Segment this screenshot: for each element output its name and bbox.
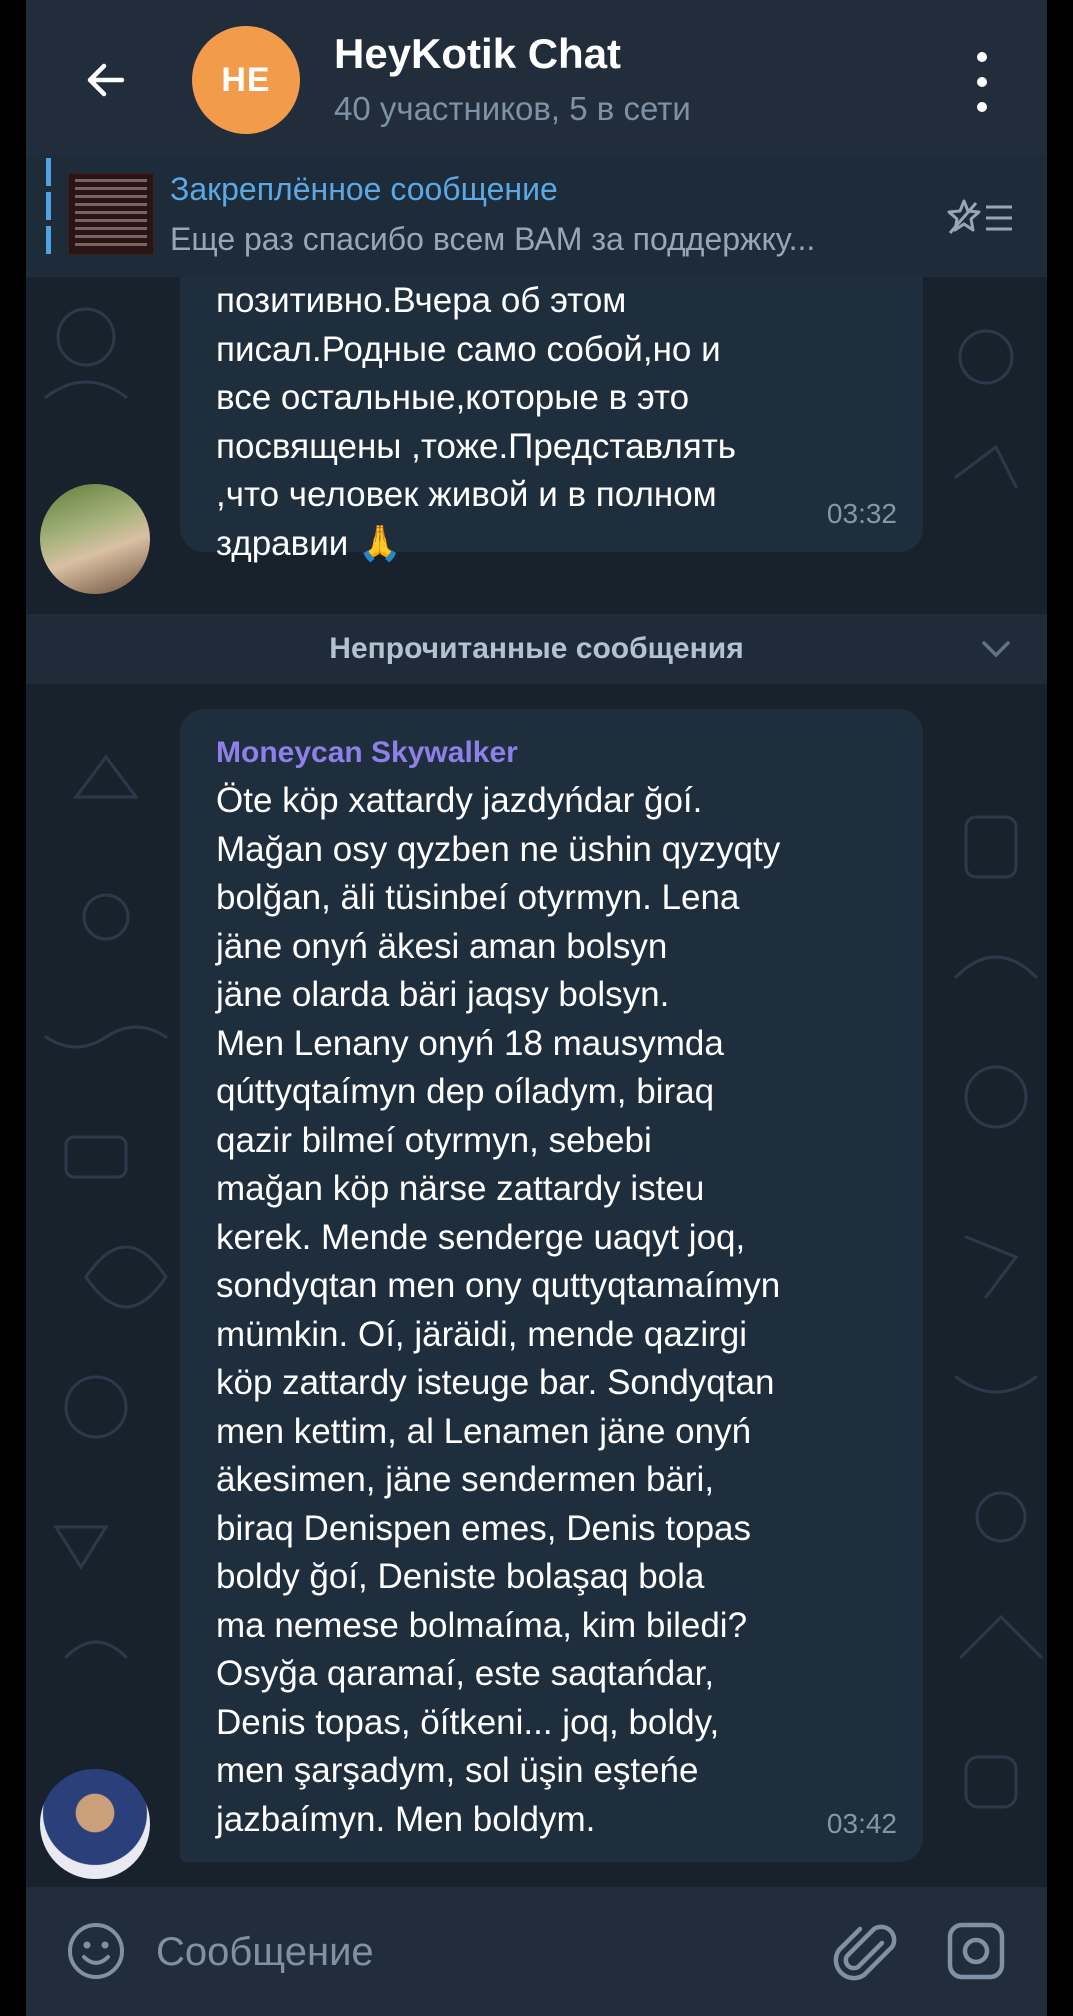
pinned-thumbnail (68, 173, 154, 255)
arrow-left-icon (87, 63, 125, 97)
sender-avatar[interactable] (40, 1769, 150, 1879)
sender-avatar[interactable] (40, 484, 150, 594)
message-time: 03:42 (826, 1807, 897, 1839)
chat-header: HE HeyKotik Chat 40 участников, 5 в сети (26, 0, 1047, 155)
message-sender[interactable]: Moneycan Skywalker (216, 729, 518, 778)
more-vertical-icon (977, 52, 987, 62)
message-time: 03:32 (826, 497, 897, 529)
chat-avatar[interactable]: HE (192, 26, 300, 134)
scroll-down-button[interactable] (976, 629, 1016, 669)
camera-icon (947, 1922, 1005, 1980)
pinned-indicator (46, 158, 51, 254)
paperclip-icon (833, 1924, 897, 1981)
unread-label: Непрочитанные сообщения (329, 632, 744, 665)
emoji-button[interactable] (64, 1919, 128, 1983)
message-bubble[interactable]: Moneycan Skywalker Öte köp xattardy jazd… (180, 709, 923, 1862)
more-menu-button[interactable] (962, 52, 1002, 112)
unpin-list-icon (947, 199, 1012, 234)
pinned-text: Еще раз спасибо всем ВАМ за поддержку... (170, 221, 816, 257)
message-input[interactable] (154, 1917, 798, 1987)
message-bubble[interactable]: позитивно.Вчера об этом писал.Родные сам… (180, 277, 923, 563)
emoji-smile-icon (68, 1923, 124, 1979)
app-window: HE HeyKotik Chat 40 участников, 5 в сети… (26, 0, 1047, 2016)
message-text: Öte köp xattardy jazdyńdar ğoí. Mağan os… (216, 781, 781, 1839)
camera-button[interactable] (944, 1919, 1008, 1983)
chat-title[interactable]: HeyKotik Chat (334, 30, 621, 78)
message-list[interactable]: позитивно.Вчера об этом писал.Родные сам… (26, 277, 1047, 1887)
pinned-message-bar[interactable]: Закреплённое сообщение Еще раз спасибо в… (26, 155, 1047, 277)
message-composer (26, 1887, 1047, 2016)
pinned-title: Закреплённое сообщение (170, 171, 558, 207)
attach-button[interactable] (828, 1917, 898, 1987)
pinned-list-button[interactable] (946, 195, 1016, 240)
message-text: позитивно.Вчера об этом писал.Родные сам… (216, 281, 736, 563)
back-button[interactable] (66, 40, 146, 120)
unread-messages-divider: Непрочитанные сообщения (26, 614, 1047, 684)
chat-subtitle: 40 участников, 5 в сети (334, 90, 691, 127)
chevron-down-icon (982, 641, 1010, 658)
